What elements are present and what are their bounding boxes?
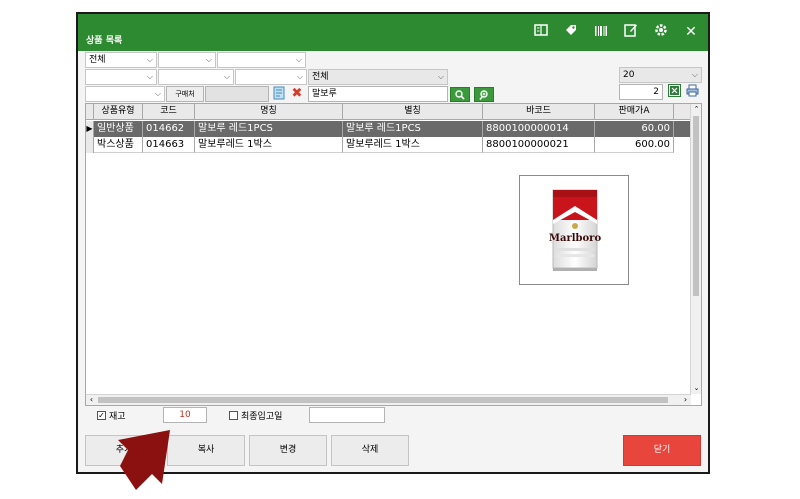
horizontal-scrollbar[interactable]: ‹ › — [86, 394, 691, 405]
detail-search-button[interactable] — [474, 87, 494, 102]
header-barcode[interactable]: 바코드 — [483, 104, 595, 120]
chevron-down-icon: ⌵ — [146, 72, 153, 81]
cell-name: 말보루레드 1박스 — [195, 137, 343, 153]
chevron-down-icon: ⌵ — [296, 72, 303, 81]
filter-detail-combo[interactable]: ⌵ — [217, 52, 306, 68]
memo-icon[interactable] — [271, 86, 287, 102]
chevron-down-icon: ⌵ — [295, 55, 302, 64]
cell-price: 600.00 — [595, 137, 674, 153]
table-row[interactable]: 박스상품 014663 말보루레드 1박스 말보루레드 1박스 88001000… — [86, 137, 691, 153]
page-size-combo[interactable]: 20 ⌵ — [619, 67, 702, 83]
edit-icon[interactable] — [622, 23, 640, 41]
search-button[interactable] — [450, 87, 470, 102]
filter-row2-combo3[interactable]: ⌵ — [235, 69, 307, 85]
cell-alias: 말보루레드 1박스 — [343, 137, 483, 153]
cigarette-pack-image: Marlboro — [549, 189, 602, 271]
filter-category-combo[interactable]: 전체 ⌵ — [85, 52, 157, 68]
filter-row2-combo2[interactable]: ⌵ — [158, 69, 234, 85]
cell-barcode: 8800100000014 — [483, 121, 595, 137]
filter-search-field-value: 전체 — [312, 72, 329, 82]
page-number-field[interactable]: 2 — [619, 84, 663, 100]
buyer-field[interactable] — [205, 86, 269, 102]
table-row[interactable]: ▶ 일반상품 014662 말보루 레드1PCS 말보루 레드1PCS 8800… — [86, 121, 691, 137]
annotation-arrow-icon — [118, 430, 170, 490]
clear-icon[interactable]: ✖ — [289, 86, 305, 102]
chevron-down-icon: ⌵ — [691, 70, 698, 79]
cell-code: 014662 — [143, 121, 195, 137]
header-type[interactable]: 상품유형 — [94, 104, 143, 120]
header-indicator — [86, 104, 94, 120]
chevron-down-icon: ⌵ — [205, 55, 212, 64]
scroll-left-icon[interactable]: ‹ — [86, 395, 97, 406]
buyer-button[interactable]: 구매처 — [166, 86, 204, 102]
cell-price: 60.00 — [595, 121, 674, 137]
delete-button[interactable]: 삭제 — [331, 435, 409, 466]
stock-checkbox[interactable]: ✓ — [97, 411, 106, 420]
chevron-down-icon: ⌵ — [154, 89, 161, 98]
scroll-up-icon[interactable]: ⌃ — [691, 104, 702, 115]
filter-row3-combo[interactable]: ⌵ — [85, 86, 165, 102]
print-icon[interactable] — [684, 84, 700, 100]
close-icon[interactable]: ✕ — [682, 23, 700, 41]
product-image-preview: Marlboro — [519, 175, 629, 285]
window-title: 상품 목록 — [86, 36, 123, 46]
header-alias[interactable]: 별칭 — [343, 104, 483, 120]
cell-alias: 말보루 레드1PCS — [343, 121, 483, 137]
filter-search-field-combo[interactable]: 전체 ⌵ — [308, 69, 448, 85]
product-table: 상품유형 코드 명칭 별칭 바코드 판매가A ▶ 일반상품 014662 말보루… — [85, 103, 702, 406]
last-in-label: 최종입고일 — [241, 412, 283, 422]
cell-type: 박스상품 — [94, 137, 143, 153]
product-list-window: 상품 목록 ✕ 전체 ⌵ ⌵ ⌵ ⌵ ⌵ ⌵ 전체 ⌵ 20 ⌵ ⌵ 구매처 ✖… — [76, 12, 710, 474]
cell-name: 말보루 레드1PCS — [195, 121, 343, 137]
header-price[interactable]: 판매가A — [595, 104, 674, 120]
chevron-down-icon: ⌵ — [437, 72, 444, 81]
chevron-down-icon: ⌵ — [146, 55, 153, 64]
filter-subcategory-combo[interactable]: ⌵ — [158, 52, 216, 68]
close-button[interactable]: 닫기 — [623, 435, 701, 466]
row-indicator-icon: ▶ — [86, 121, 94, 137]
last-in-checkbox[interactable] — [229, 411, 238, 420]
header-name[interactable]: 명칭 — [195, 104, 343, 120]
excel-icon[interactable] — [666, 84, 682, 100]
barcode-icon[interactable] — [592, 23, 610, 41]
cell-code: 014663 — [143, 137, 195, 153]
tag-icon[interactable] — [562, 23, 580, 41]
horizontal-scroll-thumb[interactable] — [98, 397, 668, 403]
chevron-down-icon: ⌵ — [223, 72, 230, 81]
scroll-right-icon[interactable]: › — [680, 395, 691, 406]
scroll-down-icon[interactable]: ⌄ — [691, 383, 702, 394]
last-in-date-field[interactable] — [309, 407, 385, 423]
cell-type: 일반상품 — [94, 121, 143, 137]
filter-row2-combo1[interactable]: ⌵ — [85, 69, 157, 85]
gear-icon[interactable] — [652, 23, 670, 41]
book-icon[interactable] — [532, 23, 550, 41]
filter-category-value: 전체 — [89, 55, 106, 65]
table-header: 상품유형 코드 명칭 별칭 바코드 판매가A — [86, 104, 691, 120]
vertical-scrollbar[interactable]: ⌃ ⌄ — [690, 104, 701, 394]
pack-brand-text: Marlboro — [549, 233, 602, 244]
cell-barcode: 8800100000021 — [483, 137, 595, 153]
change-button[interactable]: 변경 — [249, 435, 327, 466]
search-input[interactable]: 말보루 — [308, 86, 448, 102]
row-indicator — [86, 137, 94, 153]
header-code[interactable]: 코드 — [143, 104, 195, 120]
title-bar: 상품 목록 ✕ — [78, 14, 708, 51]
vertical-scroll-thumb[interactable] — [693, 116, 699, 296]
page-size-value: 20 — [623, 70, 635, 80]
